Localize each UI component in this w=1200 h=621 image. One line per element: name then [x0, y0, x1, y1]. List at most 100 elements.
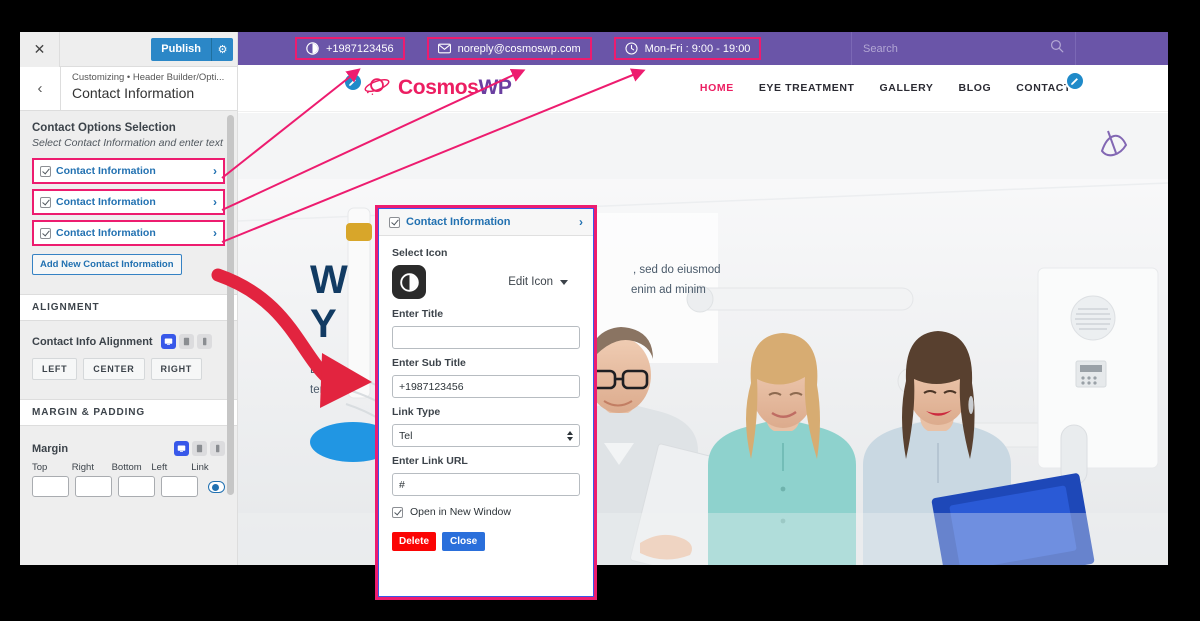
tablet-icon[interactable]	[178, 334, 194, 349]
contact-item-highlight-3: Contact Information ›	[32, 220, 225, 246]
envelope-icon	[437, 42, 451, 55]
customizer-panel-header: ‹ Customizing • Header Builder/Opti... C…	[20, 67, 237, 111]
checkbox-checked-icon[interactable]	[389, 216, 400, 228]
chevron-right-icon[interactable]: ›	[213, 196, 217, 208]
logo-text-secondary: WP	[478, 76, 512, 99]
checkbox-checked-icon[interactable]	[40, 165, 51, 177]
modal-header[interactable]: Contact Information ›	[379, 209, 593, 236]
contact-item-highlight-2: Contact Information ›	[32, 189, 225, 215]
chevron-down-icon	[560, 279, 568, 285]
add-new-contact-information-button[interactable]: Add New Contact Information	[32, 254, 182, 275]
link-type-select[interactable]: Tel	[392, 424, 580, 447]
modal-header-left: Contact Information	[389, 216, 511, 228]
site-search-box[interactable]	[851, 32, 1076, 65]
customizer-topbar: ✕ Publish ⚙	[20, 32, 237, 67]
link-type-label: Link Type	[392, 406, 441, 418]
site-topbar: +1987123456 noreply@cosmoswp.com Mon-Fri…	[238, 32, 1168, 65]
alignment-options-group: LEFT CENTER RIGHT	[20, 349, 237, 380]
open-new-window-row[interactable]: Open in New Window	[392, 506, 580, 518]
checkbox-checked-icon[interactable]	[392, 506, 403, 518]
desktop-icon[interactable]	[160, 334, 176, 349]
margin-left-label: Left	[151, 462, 168, 473]
topbar-email-text: noreply@cosmoswp.com	[457, 42, 581, 55]
clock-icon	[625, 42, 638, 55]
link-url-label: Enter Link URL	[392, 455, 468, 467]
modal-title: Contact Information	[406, 216, 511, 228]
align-right-button[interactable]: RIGHT	[150, 358, 202, 380]
logo-text: CosmosWP	[398, 76, 512, 100]
pencil-edit-icon[interactable]	[343, 72, 363, 92]
delete-button[interactable]: Delete	[392, 532, 437, 551]
customizer-panel-body: Contact Options Selection Select Contact…	[20, 111, 237, 565]
nav-link-gallery[interactable]: GALLERY	[880, 82, 934, 94]
logo-text-primary: Cosmos	[398, 76, 479, 99]
checkbox-checked-icon[interactable]	[40, 227, 51, 239]
saturn-planet-icon	[363, 75, 391, 102]
nav-link-eye-treatment[interactable]: EYE TREATMENT	[759, 82, 855, 94]
align-left-button[interactable]: LEFT	[32, 358, 78, 380]
margin-link-toggle[interactable]	[208, 480, 225, 493]
topbar-email-item[interactable]: noreply@cosmoswp.com	[426, 37, 592, 60]
mobile-icon[interactable]	[196, 334, 212, 349]
close-icon[interactable]: ✕	[20, 32, 60, 67]
close-button[interactable]: Close	[442, 532, 486, 551]
margin-left-input[interactable]	[161, 476, 198, 497]
modal-body: Select Icon Edit Icon Enter Title Enter …	[379, 236, 593, 551]
margin-field-row: Margin	[20, 426, 237, 456]
topbar-phone-item[interactable]: +1987123456	[295, 37, 405, 60]
select-stepper-icon	[567, 430, 573, 441]
tablet-icon[interactable]	[192, 441, 207, 456]
section-heading: Contact Options Selection	[32, 122, 176, 134]
icon-selection-row: Edit Icon	[392, 265, 580, 299]
checkbox-checked-icon[interactable]	[40, 196, 51, 208]
open-new-window-label: Open in New Window	[410, 506, 511, 518]
link-url-field[interactable]	[392, 473, 580, 496]
topbar-phone-text: +1987123456	[326, 42, 394, 55]
nav-link-blog[interactable]: BLOG	[959, 82, 992, 94]
margin-device-switcher	[174, 441, 225, 456]
chevron-left-icon[interactable]: ‹	[20, 67, 61, 110]
page-title: Contact Information	[72, 85, 195, 101]
nav-link-contact[interactable]: CONTACT	[1016, 82, 1071, 94]
topbar-hours-item[interactable]: Mon-Fri : 9:00 - 19:00	[613, 37, 762, 60]
title-field[interactable]	[392, 326, 580, 349]
margin-inputs-row	[20, 473, 237, 497]
sidebar-contact-item-2[interactable]: Contact Information ›	[34, 191, 223, 213]
sidebar-contact-item-3[interactable]: Contact Information ›	[34, 222, 223, 244]
link-type-select-wrap: Tel	[392, 424, 580, 447]
pencil-edit-icon[interactable]	[1065, 71, 1085, 91]
publish-button[interactable]: Publish	[151, 37, 211, 61]
chevron-right-icon[interactable]: ›	[579, 216, 583, 228]
chevron-right-icon[interactable]: ›	[213, 227, 217, 239]
select-icon-label: Select Icon	[392, 247, 448, 259]
sidebar-contact-item-1[interactable]: Contact Information ›	[34, 160, 223, 182]
margin-field-label: Margin	[32, 442, 69, 455]
subtitle-field[interactable]	[392, 375, 580, 398]
contact-item-label: Contact Information	[56, 196, 156, 208]
contrast-circle-icon	[306, 42, 319, 55]
search-input[interactable]	[863, 42, 1050, 55]
align-center-button[interactable]: CENTER	[83, 358, 145, 380]
margin-top-input[interactable]	[32, 476, 69, 497]
enter-title-label: Enter Title	[392, 308, 444, 320]
search-icon[interactable]	[1050, 39, 1064, 58]
topbar-contact-items: +1987123456 noreply@cosmoswp.com Mon-Fri…	[295, 37, 783, 60]
alignment-field-row: Contact Info Alignment	[20, 321, 237, 349]
margin-padding-section-title: MARGIN & PADDING	[20, 399, 237, 426]
site-logo[interactable]: CosmosWP	[363, 75, 512, 102]
panel-title-group: Customizing • Header Builder/Opti... Con…	[61, 67, 234, 110]
mobile-icon[interactable]	[210, 441, 225, 456]
margin-bottom-input[interactable]	[118, 476, 155, 497]
section-description: Select Contact Information and enter tex…	[32, 137, 223, 149]
desktop-icon[interactable]	[174, 441, 189, 456]
contrast-circle-icon[interactable]	[392, 265, 426, 299]
gear-icon[interactable]: ⚙	[211, 37, 233, 61]
edit-icon-dropdown[interactable]: Edit Icon	[508, 276, 568, 288]
chevron-right-icon[interactable]: ›	[213, 165, 217, 177]
modal-actions: Delete Close	[392, 532, 580, 551]
topbar-hours-text: Mon-Fri : 9:00 - 19:00	[644, 42, 751, 55]
sidebar-scrollbar[interactable]	[227, 115, 234, 495]
margin-right-input[interactable]	[75, 476, 112, 497]
contact-information-settings-modal: Contact Information › Select Icon Edit I…	[375, 205, 597, 600]
nav-link-home[interactable]: HOME	[700, 82, 734, 94]
